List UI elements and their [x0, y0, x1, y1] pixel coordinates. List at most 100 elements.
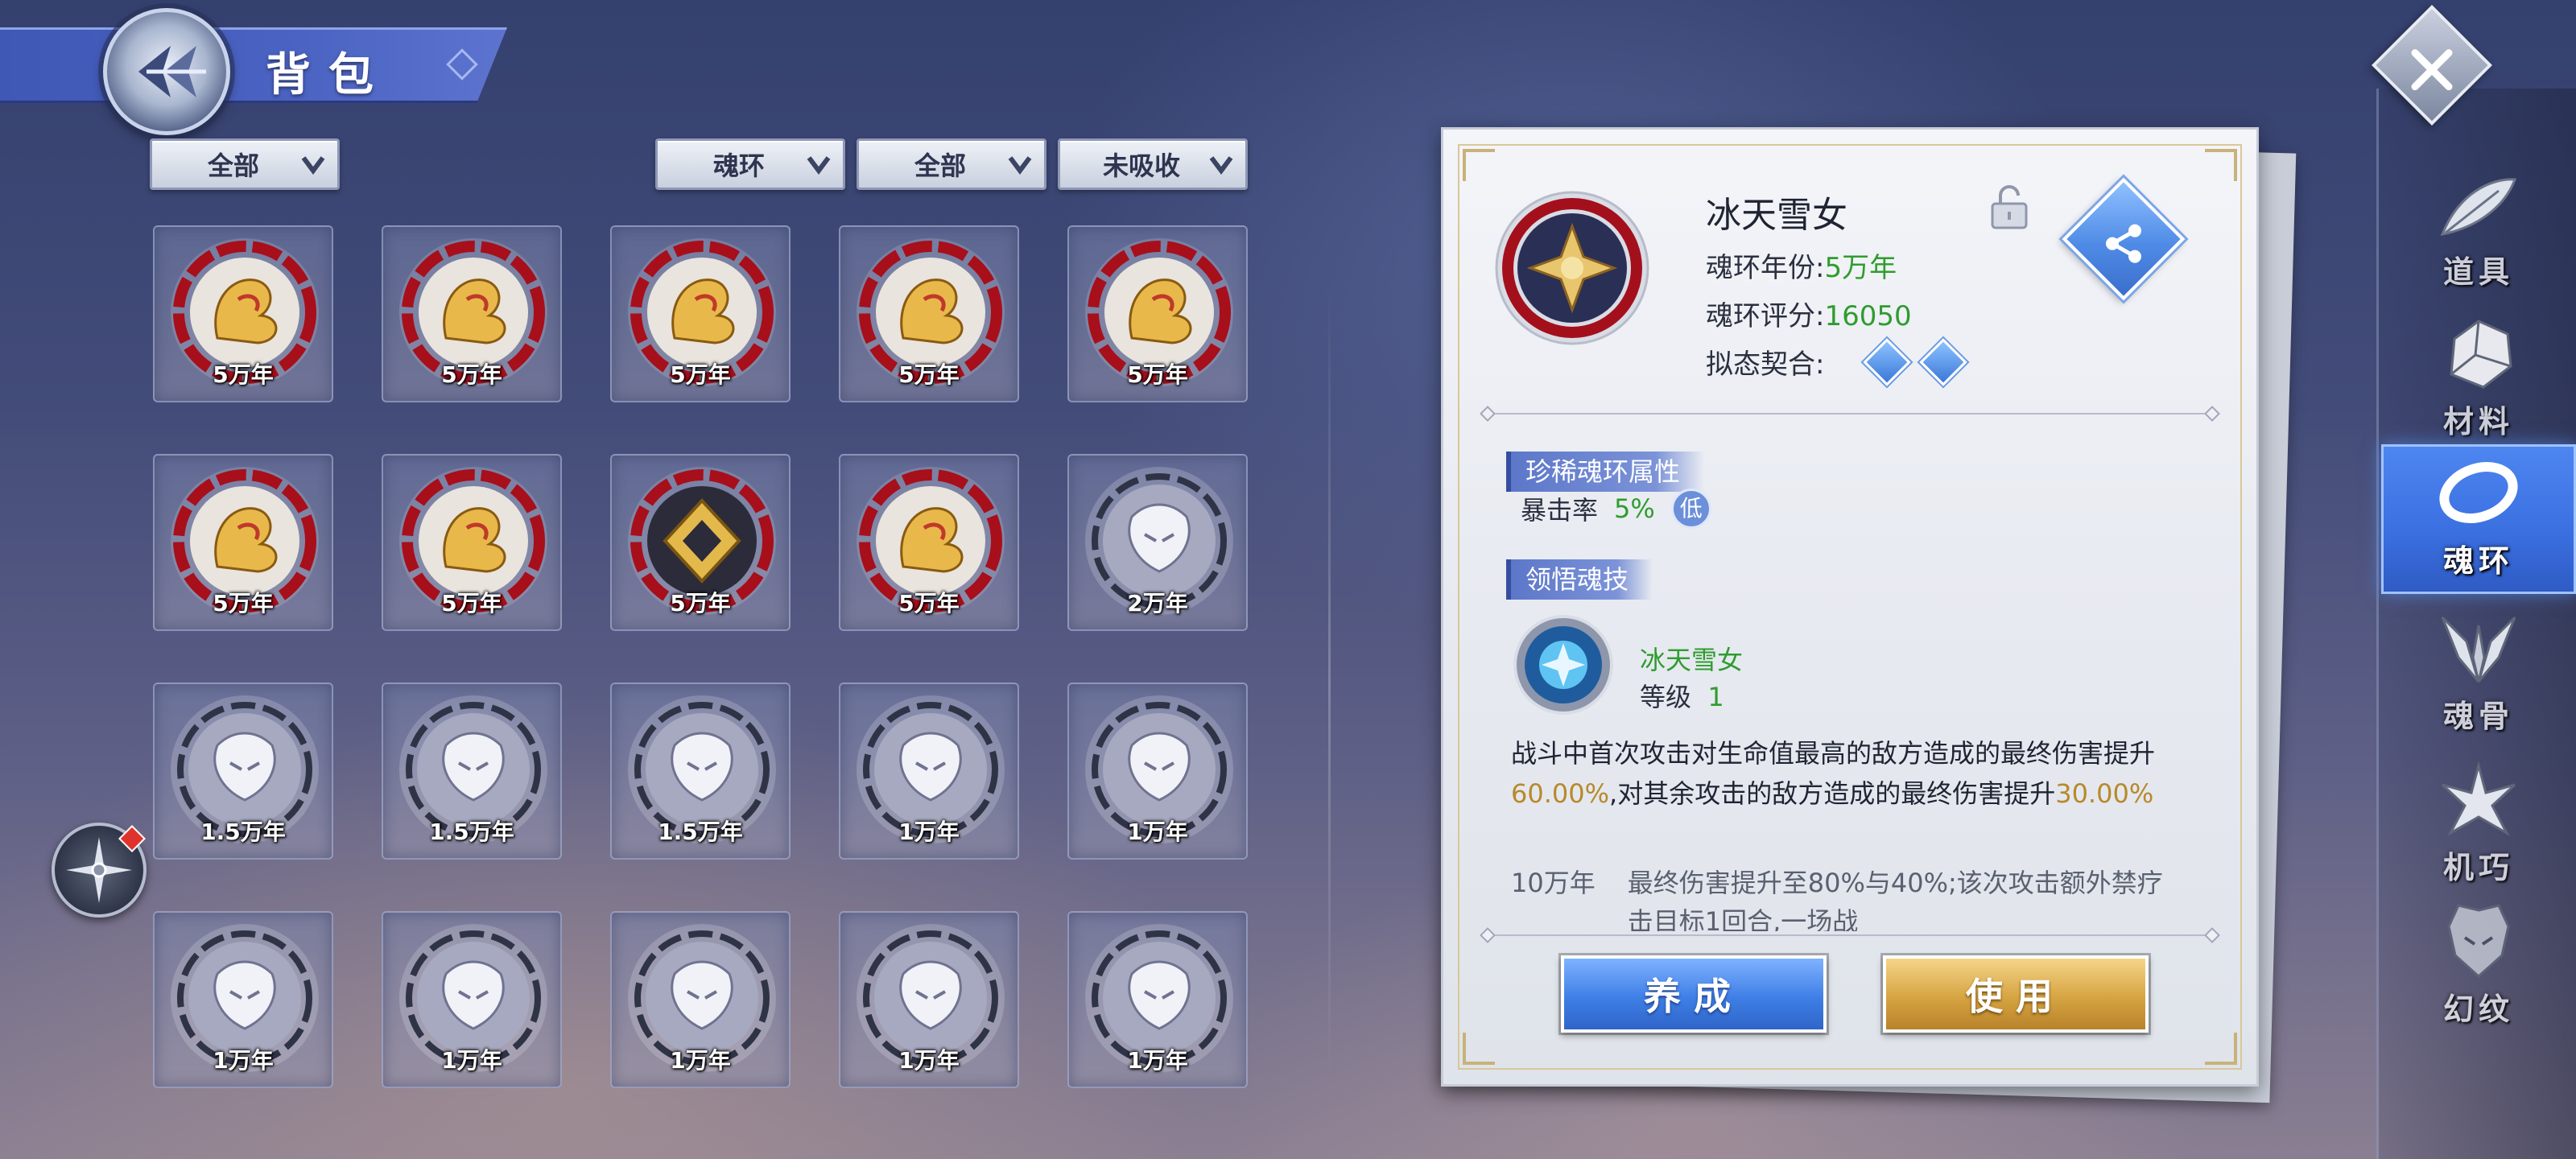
feather-icon	[2440, 178, 2517, 237]
tab-materials[interactable]: 材料	[2381, 303, 2576, 452]
fit-label: 拟态契合:	[1706, 349, 1825, 381]
frame-corner	[2205, 149, 2237, 181]
soul-ring-years: 5万年	[441, 361, 502, 388]
skill-name: 冰天雪女	[1640, 645, 1744, 675]
soul-ring-slot[interactable]: 1.5万年	[610, 683, 791, 860]
soul-ring-slot[interactable]: 1万年	[610, 911, 791, 1088]
soul-ring-years: 1万年	[670, 1047, 731, 1074]
soul-ring-years: 5万年	[670, 361, 731, 388]
skill-icon[interactable]	[1513, 614, 1614, 716]
soul-ring-years: 1万年	[1127, 1047, 1188, 1074]
skill-level-label: 等级	[1640, 682, 1692, 712]
fit-row: 拟态契合:	[1706, 342, 1824, 382]
soul-ring-slot[interactable]: 5万年	[839, 454, 1019, 631]
soul-ring-slot[interactable]: 5万年	[153, 454, 333, 631]
soul-ring-slot[interactable]: 1.5万年	[153, 683, 333, 860]
soul-ring-slot[interactable]: 5万年	[382, 225, 562, 402]
unlock-icon[interactable]	[1988, 183, 2031, 231]
ore-icon	[2450, 320, 2512, 389]
soul-ring-slot[interactable]: 1.5万年	[382, 683, 562, 860]
divider	[1487, 413, 2213, 415]
tab-soul-rings[interactable]: 魂环	[2381, 444, 2576, 594]
close-icon	[2411, 49, 2453, 91]
soul-ring-slot[interactable]: 1万年	[839, 911, 1019, 1088]
chevron-down-icon	[1008, 156, 1032, 175]
attribute-grade-badge: 低	[1670, 489, 1711, 529]
upgrade-text: 最终伤害提升至80%与40%;该次攻击额外禁疗击目标1回合,一场战	[1627, 868, 2163, 931]
category-filter-dropdown[interactable]: 全部	[150, 138, 340, 190]
attribute-value: 5%	[1614, 493, 1655, 524]
soul-ring-slot[interactable]: 1万年	[153, 911, 333, 1088]
skill-level: 等级 1	[1640, 677, 1724, 714]
mechanism-icon	[2441, 761, 2516, 836]
year-range-filter-value: 全部	[914, 151, 966, 181]
score-value: 16050	[1824, 300, 1912, 332]
tab-materials-label: 材料	[2442, 403, 2514, 439]
page-title: 背包	[266, 48, 391, 101]
bone-wings-icon	[2441, 616, 2516, 683]
tab-patterns-label: 幻纹	[2442, 991, 2514, 1027]
year-value: 5万年	[1824, 252, 1897, 284]
soul-ring-slot[interactable]: 5万年	[1067, 225, 1248, 402]
skill-desc-value-2: 30.00%	[2055, 778, 2154, 809]
type-filter-dropdown[interactable]: 魂环	[655, 138, 845, 190]
skill-desc-value-1: 60.00%	[1511, 778, 1610, 809]
soul-ring-years: 1万年	[213, 1047, 274, 1074]
skill-upgrade-scroll[interactable]: 10万年 最终伤害提升至80%与40%;该次攻击额外禁疗击目标1回合,一场战	[1511, 864, 2179, 931]
rare-attribute-row: 暴击率 5% 低	[1521, 489, 1711, 529]
absorb-status-filter-value: 未吸收	[1102, 151, 1180, 181]
score-row: 魂环评分:16050	[1706, 294, 1912, 333]
beast-mask-icon	[2447, 904, 2510, 979]
score-label: 魂环评分:	[1706, 300, 1825, 332]
skill-description: 战斗中首次攻击对生命值最高的敌方造成的最终伤害提升 60.00%,对其余攻击的敌方…	[1511, 733, 2179, 814]
absorb-status-filter-dropdown[interactable]: 未吸收	[1058, 138, 1248, 190]
tab-mechanisms-label: 机巧	[2442, 849, 2514, 885]
soul-ring-slot[interactable]: 1万年	[1067, 683, 1248, 860]
type-filter-value: 魂环	[712, 151, 765, 181]
soul-ring-years: 5万年	[898, 590, 960, 617]
cultivate-button[interactable]: 养成	[1561, 955, 1827, 1033]
soul-ring-years: 5万年	[898, 361, 960, 388]
soul-ring-slot[interactable]: 5万年	[610, 225, 791, 402]
grid-divider	[1328, 290, 1331, 1079]
soul-ring-years: 1万年	[1127, 819, 1188, 845]
header-banner	[0, 27, 507, 103]
back-arrow-icon	[138, 46, 206, 97]
soul-ring-years: 1.5万年	[200, 819, 286, 845]
soul-ring-slot[interactable]: 1万年	[382, 911, 562, 1088]
soul-ring-slot[interactable]: 1万年	[839, 683, 1019, 860]
tab-mechanisms[interactable]: 机巧	[2381, 749, 2576, 898]
soul-ring-slot[interactable]: 5万年	[382, 454, 562, 631]
frame-corner	[1463, 149, 1495, 181]
chevron-down-icon	[1209, 156, 1233, 175]
tab-soul-rings-label: 魂环	[2442, 542, 2514, 579]
soul-ring-years: 5万年	[213, 590, 274, 617]
soul-ring-years: 5万年	[441, 590, 502, 617]
soul-ring-years: 1万年	[898, 1047, 960, 1074]
year-row: 魂环年份:5万年	[1706, 245, 1897, 285]
soul-ring-years: 1.5万年	[429, 819, 514, 845]
use-button[interactable]: 使用	[1883, 955, 2149, 1033]
attribute-name: 暴击率	[1521, 495, 1599, 526]
soul-ring-slot[interactable]: 5万年	[153, 225, 333, 402]
tab-soul-bones-label: 魂骨	[2442, 698, 2514, 734]
year-range-filter-dropdown[interactable]: 全部	[857, 138, 1046, 190]
share-icon	[2106, 224, 2141, 263]
soul-ring-slot[interactable]: 2万年	[1067, 454, 1248, 631]
skill-desc-text-2: ,对其余攻击的敌方造成的最终伤害提升	[1609, 778, 2056, 809]
skill-desc-text-1: 战斗中首次攻击对生命值最高的敌方造成的最终伤害提升	[1511, 738, 2156, 769]
tab-patterns[interactable]: 幻纹	[2381, 890, 2576, 1040]
soul-ring-slot[interactable]: 5万年	[839, 225, 1019, 402]
frame-corner	[2205, 1033, 2237, 1065]
skill-section-header: 领悟魂技	[1506, 559, 1653, 600]
chevron-down-icon	[807, 156, 831, 175]
chevron-down-icon	[301, 156, 325, 175]
back-button[interactable]	[103, 8, 230, 135]
compass-button[interactable]	[52, 823, 147, 918]
tab-soul-bones[interactable]: 魂骨	[2381, 597, 2576, 747]
upgrade-tier: 10万年	[1511, 868, 1596, 898]
tab-items[interactable]: 道具	[2381, 153, 2576, 303]
soul-ring-slot[interactable]: 1万年	[1067, 911, 1248, 1088]
selected-soul-ring-icon	[1495, 191, 1649, 345]
soul-ring-slot[interactable]: 5万年	[610, 454, 791, 631]
